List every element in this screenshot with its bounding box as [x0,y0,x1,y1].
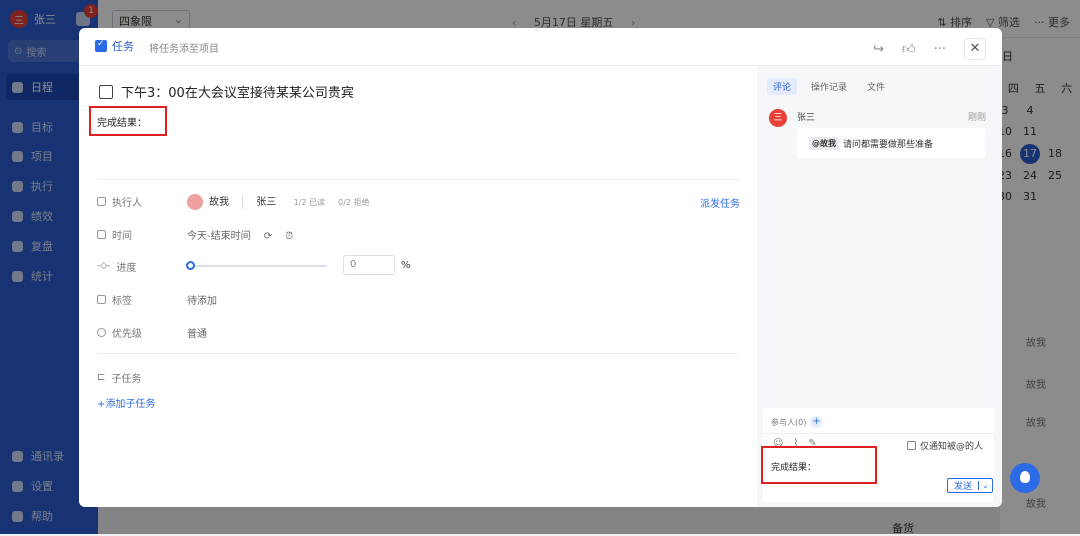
field-label: 子任务 [111,373,142,385]
field-label: 优先级 [112,328,142,340]
comment-author: 张三 [797,113,816,123]
priority-field: 优先级 普通 [97,324,397,340]
calendar-icon [97,229,106,239]
field-label: 进度 [116,262,137,274]
assignee-field: 执行人 故我 张三 1/2 已读 0/2 拒绝 [97,193,697,210]
task-type-label: 任务 [112,40,134,53]
highlight-box [761,446,877,484]
task-main-panel: 下午3：00在大会议室接待某某公司贵宾 完成结果： 执行人 故我 张三 1/2 … [79,66,757,507]
divider [242,194,244,209]
close-button[interactable]: ✕ [964,38,986,60]
assignee-name: 故我 [209,196,229,208]
task-title-row: 下午3：00在大会议室接待某某公司贵宾 [99,82,354,101]
time-value-text: 今天-结束时间 [187,230,251,242]
add-subtask-button[interactable]: +添加子任务 [97,395,155,410]
header-actions: ↪ 👍︎ ··· ✕ [873,38,986,60]
person-icon [97,196,106,206]
subtask-field: ⊏ 子任务 [97,369,397,385]
dispatch-task-link[interactable]: 派发任务 [700,195,740,210]
tag-value[interactable]: 待添加 [187,292,217,307]
repeat-icon[interactable]: ⟳ [264,231,272,242]
add-to-project-link[interactable]: 将任务添至项目 [149,40,219,55]
notify-checkbox[interactable] [907,441,916,450]
send-button[interactable]: 发送 ⌄ [947,478,993,493]
percent-sign: % [401,260,411,271]
divider [97,179,739,180]
reject-status: 0/2 拒绝 [338,197,370,207]
field-label: 标签 [112,295,132,307]
subtask-icon: ⊏ [97,371,106,383]
field-label: 时间 [112,230,132,242]
comment-time: 刚刚 [967,113,986,123]
read-status: 1/2 已读 [293,197,325,207]
thumbs-up-icon[interactable]: 👍︎ [902,42,916,57]
progress-input[interactable]: 0 [343,255,395,275]
mention-tag[interactable]: @故我 [809,136,839,150]
time-field: 时间 今天-结束时间 ⟳ ⏰︎ [97,226,497,242]
result-label[interactable]: 完成结果： [97,114,147,129]
lightbulb-icon[interactable] [1010,463,1040,493]
time-value[interactable]: 今天-结束时间 ⟳ ⏰︎ [187,227,293,242]
comment-panel: 评论 操作记录 文件 三 张三 刚刚 @故我 请问都需要做那些准备 参与人(0)… [757,66,1002,507]
bookmark-icon [97,294,106,304]
avatar: 三 [769,109,787,127]
participants: 参与人(0) + [771,416,823,428]
participants-label: 参与人(0) [771,417,807,427]
divider [763,433,994,434]
comment-tabs: 评论 操作记录 文件 [767,78,891,95]
tab-comments[interactable]: 评论 [767,78,798,95]
lightbulb-icon [97,327,106,337]
modal-header: 任务 将任务添至项目 ↪ 👍︎ ··· ✕ [79,28,1002,66]
task-detail-modal: 任务 将任务添至项目 ↪ 👍︎ ··· ✕ 下午3：00在大会议室接待某某公司贵… [79,28,1002,507]
alarm-icon[interactable]: ⏰︎ [285,231,293,242]
comment-bubble: @故我 请问都需要做那些准备 [797,128,985,158]
priority-value[interactable]: 普通 [187,325,207,340]
notify-only-option[interactable]: 仅通知被@的人 [907,439,983,452]
progress-slider-track[interactable] [189,265,327,267]
divider [97,353,739,354]
progress-icon: -◇- [97,261,111,271]
tab-activity[interactable]: 操作记录 [805,78,853,95]
task-icon [95,39,107,52]
send-label: 发送 [954,482,973,492]
task-title[interactable]: 下午3：00在大会议室接待某某公司贵宾 [121,82,354,101]
assignee-second: 张三 [256,196,277,208]
tag-field: 标签 待添加 [97,291,397,307]
more-icon[interactable]: ··· [934,42,946,57]
avatar [187,193,203,210]
complete-checkbox[interactable] [99,84,113,99]
progress-slider-handle[interactable] [186,261,195,270]
assignee-value[interactable]: 故我 张三 1/2 已读 0/2 拒绝 [187,193,370,210]
add-participant-icon[interactable]: + [810,416,823,428]
chevron-down-icon[interactable]: ⌄ [978,481,992,490]
field-label: 执行人 [112,197,142,209]
share-icon[interactable]: ↪ [873,42,884,57]
comment-text: 请问都需要做那些准备 [843,139,934,150]
tab-files[interactable]: 文件 [861,78,891,95]
notify-label: 仅通知被@的人 [920,442,984,452]
task-type-chip[interactable]: 任务 [95,38,134,54]
